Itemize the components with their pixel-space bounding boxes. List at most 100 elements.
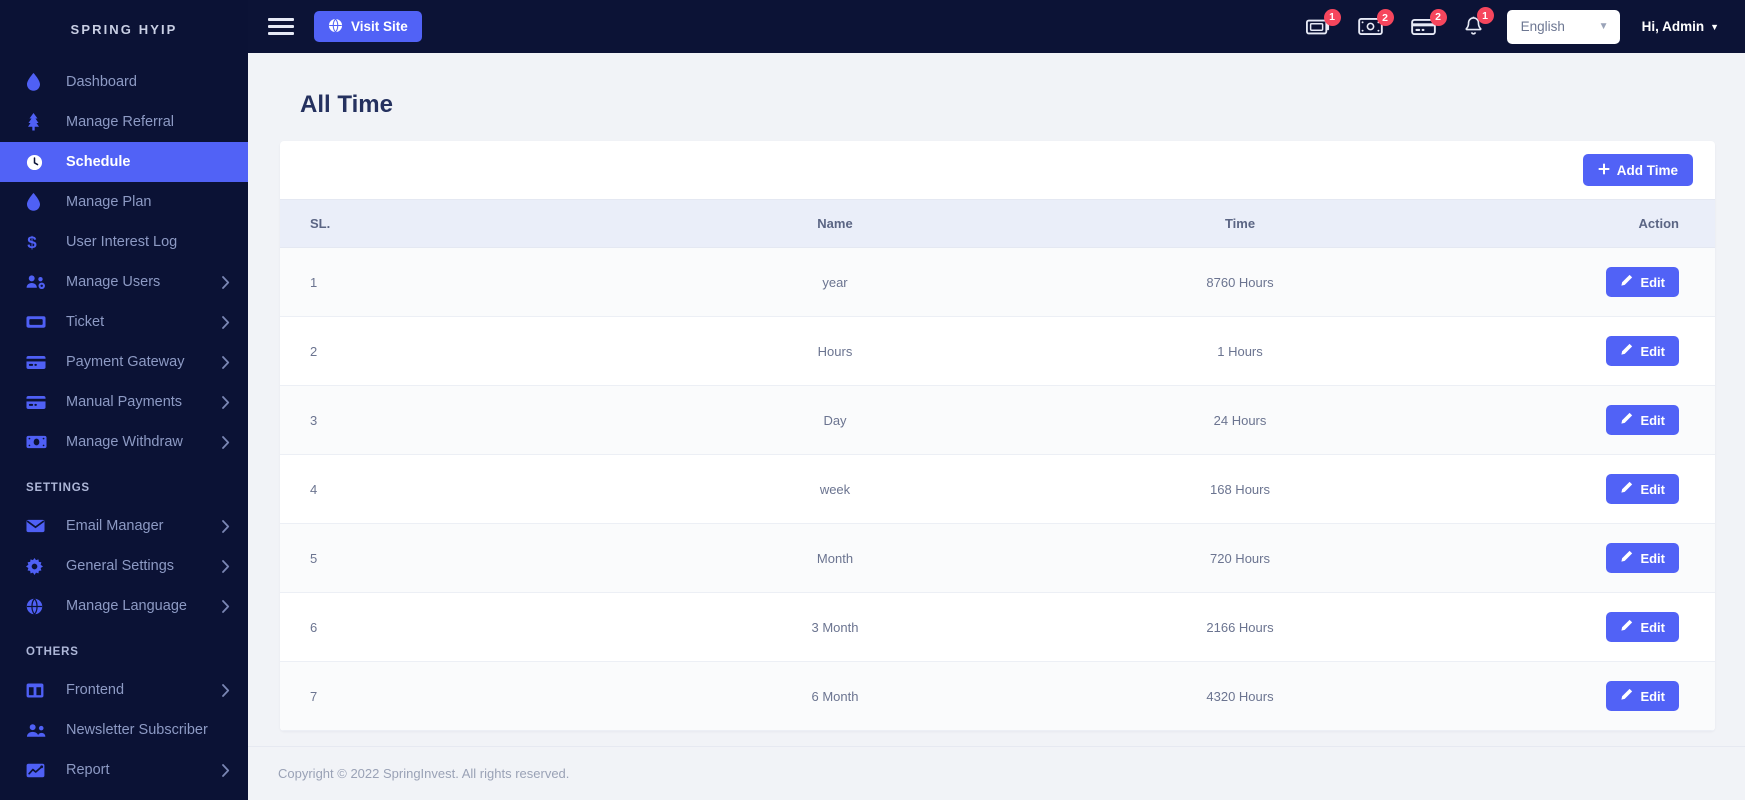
bell-icon[interactable]: 1 <box>1464 7 1494 37</box>
pencil-icon <box>1620 274 1633 290</box>
sidebar-item-label: Manage Referral <box>66 114 174 130</box>
edit-button[interactable]: Edit <box>1606 267 1679 297</box>
edit-label: Edit <box>1640 412 1665 428</box>
topbar: Visit Site 1 2 2 1 English ▼ Hi, Admin ▼ <box>248 0 1745 53</box>
cell-action: Edit <box>1450 454 1715 524</box>
drop-icon <box>26 73 48 91</box>
sidebar: SPRING HYIP Dashboard Manage Referral Sche… <box>0 0 248 800</box>
pencil-icon <box>1620 481 1633 497</box>
sidebar-item-manage-users[interactable]: Manage Users <box>0 262 248 302</box>
visit-site-label: Visit Site <box>351 19 408 34</box>
chevron-right-icon <box>222 683 230 697</box>
edit-button[interactable]: Edit <box>1606 336 1679 366</box>
table-row: 4 week 168 Hours Edit <box>280 454 1715 524</box>
table-body: 1 year 8760 Hours Edit 2 Hours 1 Hours Edit 3 Day… <box>280 247 1715 731</box>
cell-action: Edit <box>1450 523 1715 593</box>
money-bill-icon <box>26 435 48 449</box>
edit-button[interactable]: Edit <box>1606 612 1679 642</box>
sidebar-item-manage-referral[interactable]: Manage Referral <box>0 102 248 142</box>
sidebar-item-dashboard[interactable]: Dashboard <box>0 62 248 102</box>
sidebar-item-schedule[interactable]: Schedule <box>0 142 248 182</box>
users-gear-icon <box>26 274 48 290</box>
bell-badge: 1 <box>1476 7 1494 24</box>
chevron-right-icon <box>222 599 230 613</box>
schedule-table: SL. Name Time Action 1 year 8760 Hours Edit… <box>280 199 1715 731</box>
edit-button[interactable]: Edit <box>1606 474 1679 504</box>
chart-line-icon <box>26 763 48 778</box>
sidebar-item-email-manager[interactable]: Email Manager <box>0 506 248 546</box>
sidebar-item-manual-payments[interactable]: Manual Payments <box>0 382 248 422</box>
language-select[interactable]: English ▼ <box>1506 9 1620 44</box>
column-header-time: Time <box>1030 199 1450 248</box>
sidebar-item-label: General Settings <box>66 558 175 574</box>
cell-sl: 3 <box>280 385 640 455</box>
clock-icon <box>26 154 48 171</box>
sidebar-item-label: Manage Users <box>66 274 161 290</box>
cell-action: Edit <box>1450 247 1715 317</box>
edit-label: Edit <box>1640 481 1665 497</box>
cell-name: 6 Month <box>640 661 1030 731</box>
cell-time: 8760 Hours <box>1030 247 1450 317</box>
sidebar-item-payment-gateway[interactable]: Payment Gateway <box>0 342 248 382</box>
cell-sl: 7 <box>280 661 640 731</box>
sidebar-section-settings: SETTINGS <box>26 482 90 494</box>
admin-menu[interactable]: Hi, Admin ▼ <box>1642 19 1727 34</box>
add-time-button[interactable]: Add Time <box>1582 154 1693 186</box>
sidebar-item-label: Frontend <box>66 682 125 698</box>
cell-name: Hours <box>640 316 1030 386</box>
table-row: 2 Hours 1 Hours Edit <box>280 316 1715 386</box>
pencil-icon <box>1620 412 1633 428</box>
edit-button[interactable]: Edit <box>1606 681 1679 711</box>
sidebar-item-general-settings[interactable]: General Settings <box>0 546 248 586</box>
admin-label: Hi, Admin <box>1641 19 1705 34</box>
add-time-label: Add Time <box>1616 162 1678 178</box>
cell-time: 24 Hours <box>1030 385 1450 455</box>
card-toolbar: Add Time <box>280 141 1715 199</box>
cell-time: 2166 Hours <box>1030 592 1450 662</box>
drop-icon <box>26 193 48 211</box>
deposit-ticket-icon[interactable]: 1 <box>1305 8 1341 36</box>
sidebar-item-report[interactable]: Report <box>0 750 248 790</box>
content-area: All Time Add Time SL. Name Time Action 1… <box>248 53 1745 746</box>
sidebar-item-ticket[interactable]: Ticket <box>0 302 248 342</box>
sidebar-item-user-interest-log[interactable]: $ User Interest Log <box>0 222 248 262</box>
page-title: All Time <box>300 91 393 118</box>
dollar-icon: $ <box>26 233 48 251</box>
sidebar-item-label: Manage Language <box>66 598 187 614</box>
sidebar-item-manage-language[interactable]: Manage Language <box>0 586 248 626</box>
cell-time: 4320 Hours <box>1030 661 1450 731</box>
edit-button[interactable]: Edit <box>1606 405 1679 435</box>
cell-action: Edit <box>1450 661 1715 731</box>
caret-down-icon: ▼ <box>1710 21 1719 32</box>
chevron-right-icon <box>222 435 230 449</box>
brand-logo: SPRING HYIP <box>70 21 178 37</box>
table-head: SL. Name Time Action <box>280 199 1715 248</box>
visit-site-button[interactable]: Visit Site <box>314 11 422 42</box>
sidebar-item-newsletter-subscriber[interactable]: Newsletter Subscriber <box>0 710 248 750</box>
cell-name: Month <box>640 523 1030 593</box>
sidebar-nav: Dashboard Manage Referral Schedule Manage P… <box>0 58 248 462</box>
sidebar-nav-settings: Email Manager General Settings Manage Lang… <box>0 502 248 626</box>
credit-card-icon <box>26 395 48 410</box>
sidebar-item-manage-plan[interactable]: Manage Plan <box>0 182 248 222</box>
sidebar-item-manage-withdraw[interactable]: Manage Withdraw <box>0 422 248 462</box>
sidebar-item-label: Email Manager <box>66 518 164 534</box>
cell-sl: 1 <box>280 247 640 317</box>
app-root: SPRING HYIP Dashboard Manage Referral Sche… <box>0 0 1745 800</box>
svg-text:$: $ <box>27 233 37 251</box>
column-header-name: Name <box>640 199 1030 248</box>
pencil-icon <box>1620 343 1633 359</box>
sidebar-item-label: Dashboard <box>66 74 137 90</box>
money-badge: 2 <box>1376 9 1394 26</box>
edit-button[interactable]: Edit <box>1606 543 1679 573</box>
credit-card-icon[interactable]: 2 <box>1410 8 1447 36</box>
card-badge: 2 <box>1429 8 1447 26</box>
sidebar-item-frontend[interactable]: Frontend <box>0 670 248 710</box>
table-row: 76 Month 4320 Hours Edit <box>280 661 1715 731</box>
sidebar-item-label: Report <box>66 762 110 778</box>
sidebar-item-label: Manage Plan <box>66 194 152 210</box>
hamburger-icon[interactable] <box>268 14 294 40</box>
money-bill-icon[interactable]: 2 <box>1357 9 1394 35</box>
edit-label: Edit <box>1640 274 1665 290</box>
cell-sl: 4 <box>280 454 640 524</box>
